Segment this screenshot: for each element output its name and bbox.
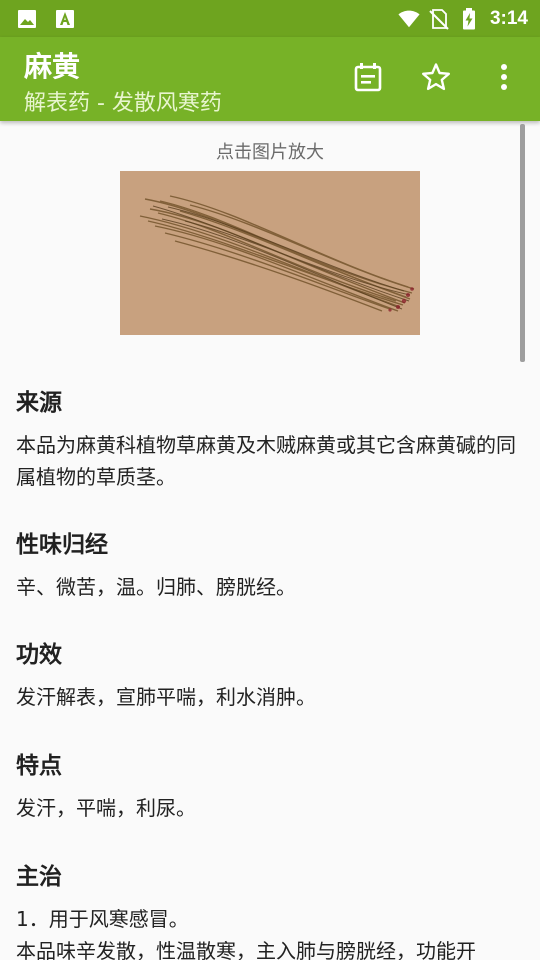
section-text-line: 1．用于风寒感冒。 <box>16 907 189 931</box>
no-sim-icon <box>428 8 450 30</box>
battery-charging-icon <box>458 7 480 30</box>
calendar-icon <box>353 62 383 96</box>
page-subtitle: 解表药 - 发散风寒药 <box>24 91 222 116</box>
section-text: 发汗解表，宣肺平喘，利水消肿。 <box>16 685 316 709</box>
section-text: 本品为麻黄科植物草麻黄及木贼麻黄或其它含麻黄碱的同属植物的草质茎。 <box>16 433 516 489</box>
section-features: 特点 发汗，平喘，利尿。 <box>16 746 526 824</box>
section-indications: 主治 1．用于风寒感冒。 本品味辛发散，性温散寒，主入肺与膀胱经，功能开 <box>16 857 526 960</box>
detail-content[interactable]: 点击图片放大 来源 本品为麻黄科植物草麻黄及木贼麻黄或其它含麻黄碱的同属植物的草… <box>0 121 540 960</box>
section-nature-meridian: 性味归经 辛、微苦，温。归肺、膀胱经。 <box>16 525 526 603</box>
image-icon <box>16 8 38 30</box>
scrollbar[interactable] <box>520 124 525 362</box>
page-title: 麻黄 <box>24 50 81 83</box>
section-text-line: 本品味辛发散，性温散寒，主入肺与膀胱经，功能开 <box>16 939 476 960</box>
section-title: 特点 <box>16 753 62 779</box>
status-left <box>16 8 76 30</box>
section-title: 来源 <box>16 390 62 416</box>
image-caption: 点击图片放大 <box>216 142 324 163</box>
overflow-menu-button[interactable] <box>480 57 528 101</box>
section-source: 来源 本品为麻黄科植物草麻黄及木贼麻黄或其它含麻黄碱的同属植物的草质茎。 <box>16 383 526 493</box>
section-title: 性味归经 <box>16 532 108 558</box>
section-efficacy: 功效 发汗解表，宣肺平喘，利水消肿。 <box>16 635 526 713</box>
overflow-menu-icon <box>499 63 509 95</box>
text-a-icon <box>54 8 76 30</box>
section-title: 功效 <box>16 642 62 668</box>
herb-photo-icon <box>120 171 420 335</box>
section-text: 辛、微苦，温。归肺、膀胱经。 <box>16 575 296 599</box>
section-title: 主治 <box>16 864 62 890</box>
calendar-button[interactable] <box>344 57 392 101</box>
status-right: 3:14 <box>398 7 528 30</box>
section-text: 发汗，平喘，利尿。 <box>16 796 196 820</box>
star-outline-icon <box>421 62 451 96</box>
favorite-button[interactable] <box>412 57 460 101</box>
wifi-icon <box>398 8 420 30</box>
herb-image[interactable] <box>120 171 420 335</box>
app-actions <box>344 57 528 101</box>
status-bar: 3:14 <box>0 0 540 37</box>
app-bar: 麻黄 解表药 - 发散风寒药 <box>0 37 540 121</box>
status-time: 3:14 <box>489 7 528 29</box>
